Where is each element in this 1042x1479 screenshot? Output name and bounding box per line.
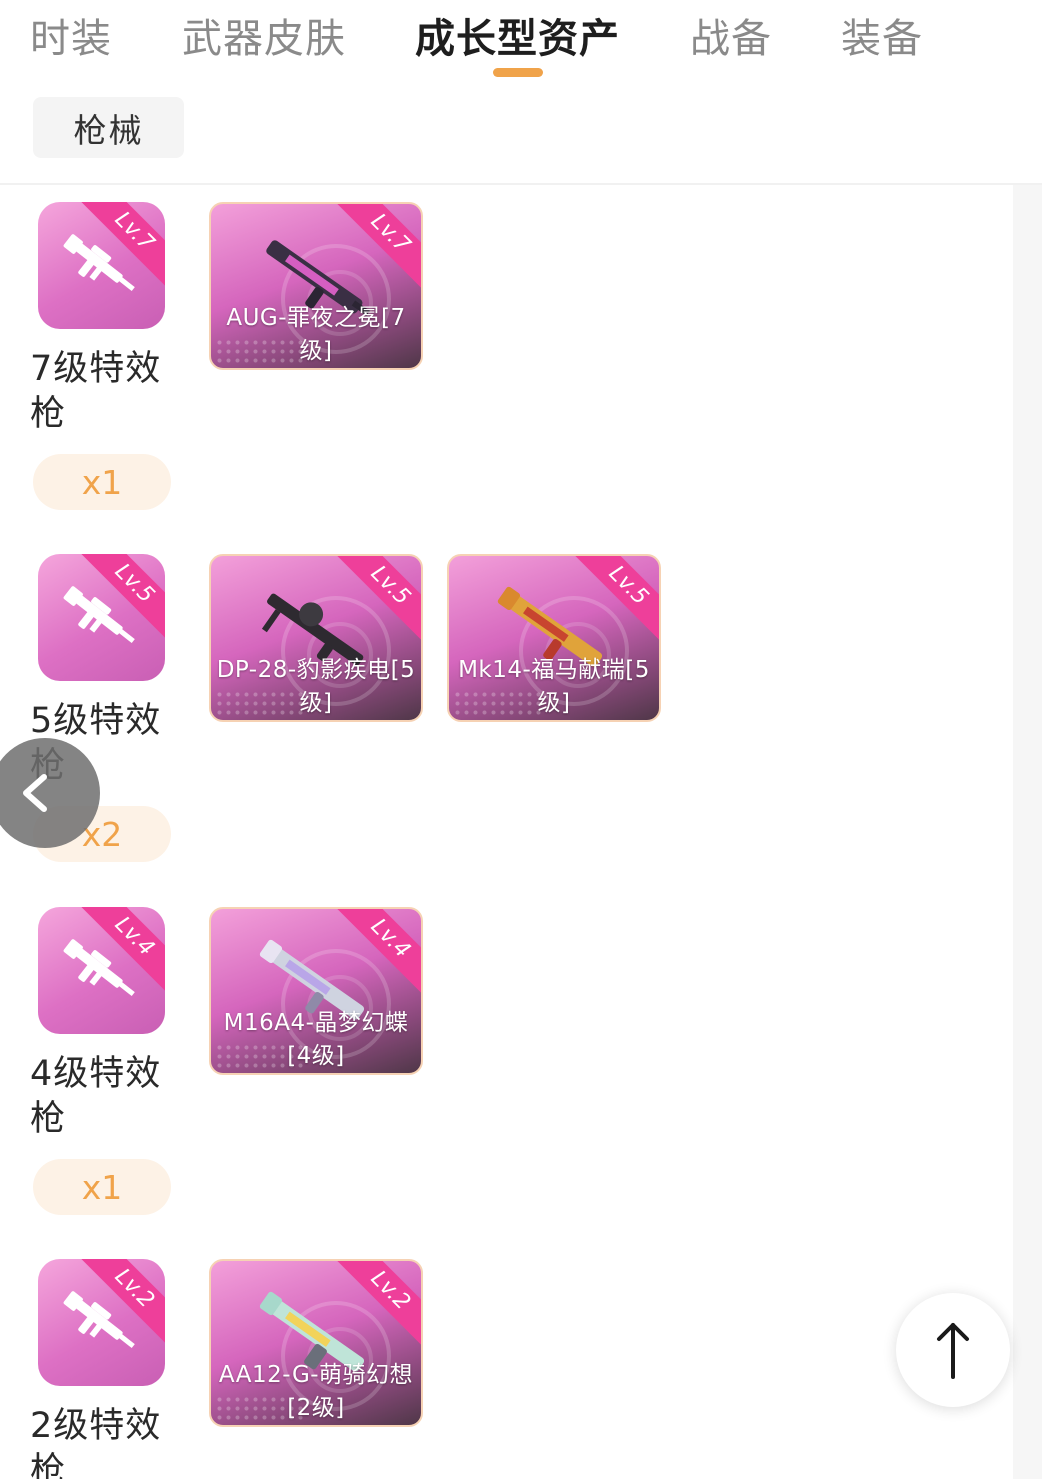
scrollbar-track[interactable] [1013,185,1042,1479]
arrow-up-icon [937,1323,969,1379]
item-name: M16A4-晶梦幻蝶[4级] [223,1010,409,1069]
tab-equipment[interactable]: 装备 [841,6,923,64]
item-name: Mk14-福马献瑞[5级] [458,657,650,716]
category-icon: Lv.5 [38,554,165,681]
count-badge: x1 [33,454,171,510]
active-tab-indicator [493,68,543,77]
category-icon: Lv.4 [38,907,165,1034]
group-title: 7级特效枪 [30,349,162,434]
item-card[interactable]: Lv.5 DP-28-豹影疾电[5级] [209,554,423,722]
filter-chip-firearms[interactable]: 枪械 [33,97,184,158]
item-name: AA12-G-萌骑幻想[2级] [218,1362,414,1421]
category-icon: Lv.7 [38,202,165,329]
divider [0,183,1042,185]
category-tabs: 时装 武器皮肤 成长型资产 战备 装备 [0,0,1042,90]
tab-fashion[interactable]: 时装 [30,6,112,64]
category-icon: Lv.2 [38,1259,165,1386]
count-badge: x1 [33,1159,171,1215]
item-card[interactable]: Lv.4 M16A4-晶梦幻蝶[4级] [209,907,423,1075]
chevron-left-icon [23,774,47,812]
item-name: AUG-罪夜之冕[7级] [226,305,406,364]
scroll-to-top-button[interactable] [896,1293,1010,1407]
tab-combat-prep[interactable]: 战备 [690,6,772,64]
item-card[interactable]: Lv.5 Mk14-福马献瑞[5级] [447,554,661,722]
group-title: 4级特效枪 [30,1054,162,1139]
item-name: DP-28-豹影疾电[5级] [216,657,416,716]
tab-weapon-skins[interactable]: 武器皮肤 [182,6,346,64]
item-card[interactable]: Lv.7 AUG-罪夜之冕[7级] [209,202,423,370]
group-title: 2级特效枪 [30,1406,162,1479]
tab-growth-assets[interactable]: 成长型资产 [415,6,620,64]
item-card[interactable]: Lv.2 AA12-G-萌骑幻想[2级] [209,1259,423,1427]
